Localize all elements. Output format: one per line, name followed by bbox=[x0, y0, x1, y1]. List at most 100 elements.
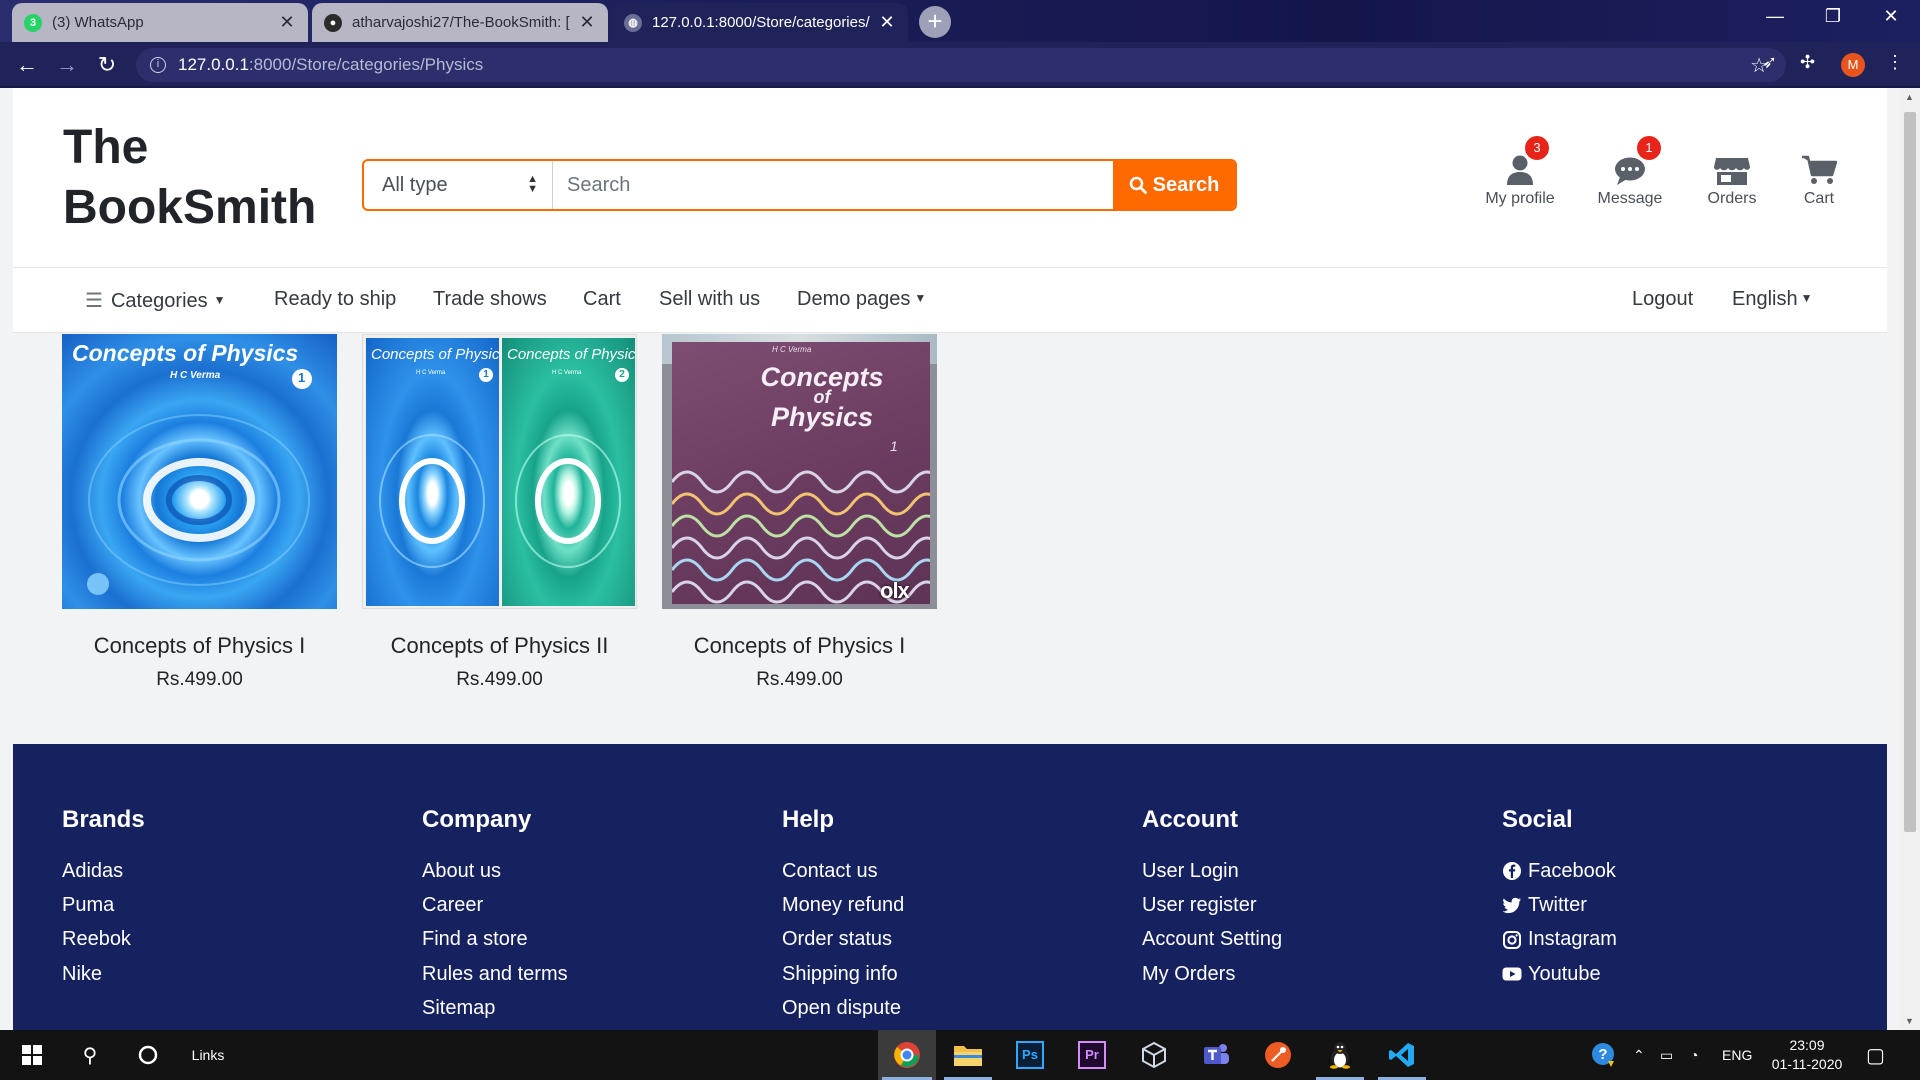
footer-link[interactable]: Sitemap bbox=[422, 991, 568, 1025]
nav-categories[interactable]: ☰ Categories ▼ bbox=[85, 288, 226, 313]
footer-instagram-link[interactable]: Instagram bbox=[1502, 923, 1617, 957]
clock-date: 01-11-2020 bbox=[1771, 1056, 1843, 1072]
teams-logo bbox=[1204, 1044, 1229, 1064]
footer-twitter-link[interactable]: Twitter bbox=[1502, 888, 1617, 922]
orders-link[interactable]: Orders bbox=[1687, 146, 1777, 208]
footer-link[interactable]: Reebok bbox=[62, 923, 145, 957]
nav-trade-shows[interactable]: Trade shows bbox=[433, 288, 547, 311]
close-icon[interactable]: ✕ bbox=[278, 12, 296, 33]
product-card[interactable]: H C Verma Concepts of Physics 1 olx Conc… bbox=[662, 334, 937, 691]
chrome-icon[interactable] bbox=[878, 1030, 936, 1080]
file-explorer-icon[interactable] bbox=[940, 1030, 996, 1080]
extension-arrow-icon[interactable]: ➶ bbox=[1762, 52, 1777, 73]
scroll-down-icon[interactable]: ▼ bbox=[1905, 1016, 1914, 1026]
nav-ready-to-ship[interactable]: Ready to ship bbox=[274, 288, 396, 311]
nav-sell-with-us[interactable]: Sell with us bbox=[659, 288, 760, 311]
product-image[interactable]: H C Verma Concepts of Physics 1 olx bbox=[662, 334, 937, 609]
menu-dots-icon[interactable]: ⋮ bbox=[1886, 52, 1904, 73]
footer-link[interactable]: Open dispute bbox=[782, 991, 904, 1025]
site-footer: Brands Adidas Puma Reebok Nike Company A… bbox=[13, 744, 1887, 1030]
teams-icon[interactable] bbox=[1188, 1030, 1244, 1080]
url-field[interactable]: i 127.0.0.1:8000/Store/categories/Physic… bbox=[136, 48, 1786, 82]
footer-link[interactable]: Rules and terms bbox=[422, 957, 568, 991]
back-icon[interactable]: ← bbox=[12, 52, 42, 78]
url-path: :8000/Store/categories/Physics bbox=[248, 55, 484, 74]
premiere-icon[interactable]: Pr bbox=[1064, 1030, 1120, 1080]
notifications-icon[interactable]: ▢ bbox=[1866, 1030, 1885, 1080]
tab-github[interactable]: ● atharvajoshi27/The-BookSmith: [ ✕ bbox=[312, 3, 608, 42]
footer-link[interactable]: Adidas bbox=[62, 854, 145, 888]
store-icon bbox=[1714, 158, 1750, 185]
help-icon[interactable]: ? bbox=[1590, 1030, 1618, 1080]
scroll-up-icon[interactable]: ▲ bbox=[1905, 92, 1914, 102]
footer-link[interactable]: Nike bbox=[62, 957, 145, 991]
footer-link[interactable]: Find a store bbox=[422, 923, 568, 957]
tab-store[interactable]: ◍ 127.0.0.1:8000/Store/categories/ ✕ bbox=[612, 3, 908, 42]
wifi-icon[interactable]: ◔ bbox=[1690, 1030, 1698, 1080]
product-title[interactable]: Concepts of Physics I bbox=[662, 633, 937, 659]
cart-link[interactable]: Cart bbox=[1779, 146, 1859, 208]
scrollbar-thumb[interactable] bbox=[1904, 112, 1916, 832]
taskbar-search-icon[interactable]: ⚲ bbox=[66, 1030, 114, 1080]
product-card[interactable]: Concepts of Physics H C Verma 1 Concepts… bbox=[362, 334, 637, 691]
nav-cart[interactable]: Cart bbox=[583, 288, 621, 311]
footer-account: Account User Login User register Account… bbox=[1142, 806, 1282, 991]
product-image[interactable]: Concepts of Physics H C Verma 1 bbox=[62, 334, 337, 609]
footer-facebook-link[interactable]: Facebook bbox=[1502, 854, 1617, 888]
footer-link[interactable]: Puma bbox=[62, 888, 145, 922]
tab-whatsapp[interactable]: 3 (3) WhatsApp ✕ bbox=[12, 3, 308, 42]
footer-link[interactable]: Order status bbox=[782, 923, 904, 957]
footer-link[interactable]: About us bbox=[422, 854, 568, 888]
cube-logo bbox=[1142, 1041, 1166, 1069]
page-scrollbar[interactable]: ▲ ▼ bbox=[1900, 88, 1920, 1030]
nav-logout[interactable]: Logout bbox=[1632, 288, 1693, 311]
message-link[interactable]: 1 Message bbox=[1585, 136, 1675, 208]
minimize-icon[interactable]: — bbox=[1752, 6, 1798, 27]
close-icon[interactable]: ✕ bbox=[878, 12, 896, 33]
footer-link[interactable]: Career bbox=[422, 888, 568, 922]
cortana-icon[interactable] bbox=[124, 1030, 172, 1080]
windows-start-icon[interactable] bbox=[8, 1030, 56, 1080]
nav-language[interactable]: English ▼ bbox=[1732, 288, 1813, 311]
nav-demo-pages[interactable]: Demo pages ▼ bbox=[797, 288, 926, 311]
type-select[interactable]: All type ▲ ▼ bbox=[364, 161, 553, 209]
footer-link[interactable]: Shipping info bbox=[782, 957, 904, 991]
footer-help: Help Contact us Money refund Order statu… bbox=[782, 806, 904, 1025]
footer-link[interactable]: Account Setting bbox=[1142, 923, 1282, 957]
system-clock[interactable]: 23:09 01-11-2020 bbox=[1763, 1036, 1851, 1074]
search-button[interactable]: Search bbox=[1113, 161, 1235, 209]
forward-icon[interactable]: → bbox=[52, 52, 82, 78]
my-profile-link[interactable]: 3 My profile bbox=[1475, 136, 1565, 208]
battery-icon[interactable]: ▭ bbox=[1660, 1030, 1673, 1080]
footer-link[interactable]: User register bbox=[1142, 888, 1282, 922]
product-card[interactable]: Concepts of Physics H C Verma 1 Concepts… bbox=[62, 334, 337, 691]
links-toolbar[interactable]: Links bbox=[178, 1030, 238, 1080]
footer-link[interactable]: My Orders bbox=[1142, 957, 1282, 991]
product-title[interactable]: Concepts of Physics II bbox=[362, 633, 637, 659]
window-close-icon[interactable]: ✕ bbox=[1868, 6, 1914, 27]
footer-link[interactable]: Money refund bbox=[782, 888, 904, 922]
postman-icon[interactable] bbox=[1250, 1030, 1306, 1080]
search-input[interactable] bbox=[553, 161, 1113, 209]
extensions-puzzle-icon[interactable]: ✣ bbox=[1800, 52, 1815, 73]
vscode-icon[interactable] bbox=[1374, 1030, 1430, 1080]
product-title[interactable]: Concepts of Physics I bbox=[62, 633, 337, 659]
footer-link[interactable]: User Login bbox=[1142, 854, 1282, 888]
linux-terminal-icon[interactable] bbox=[1312, 1030, 1368, 1080]
orders-label: Orders bbox=[1707, 190, 1757, 207]
info-icon[interactable]: i bbox=[150, 57, 166, 73]
footer-link[interactable]: Contact us bbox=[782, 854, 904, 888]
tray-chevron-icon[interactable]: ⌃ bbox=[1633, 1030, 1645, 1080]
product-image[interactable]: Concepts of Physics H C Verma 1 Concepts… bbox=[362, 334, 637, 609]
profile-avatar[interactable]: M bbox=[1841, 53, 1865, 77]
restore-icon[interactable]: ❐ bbox=[1810, 6, 1856, 27]
brand-logo[interactable]: The BookSmith bbox=[63, 118, 316, 238]
new-tab-button[interactable]: + bbox=[919, 6, 951, 38]
close-icon[interactable]: ✕ bbox=[578, 12, 596, 33]
virtualbox-icon[interactable] bbox=[1126, 1030, 1182, 1080]
tab-title: 127.0.0.1:8000/Store/categories/ bbox=[652, 14, 870, 31]
reload-icon[interactable]: ↻ bbox=[92, 52, 122, 78]
footer-youtube-link[interactable]: Youtube bbox=[1502, 957, 1617, 991]
photoshop-icon[interactable]: Ps bbox=[1002, 1030, 1058, 1080]
input-language[interactable]: ENG bbox=[1722, 1030, 1752, 1080]
